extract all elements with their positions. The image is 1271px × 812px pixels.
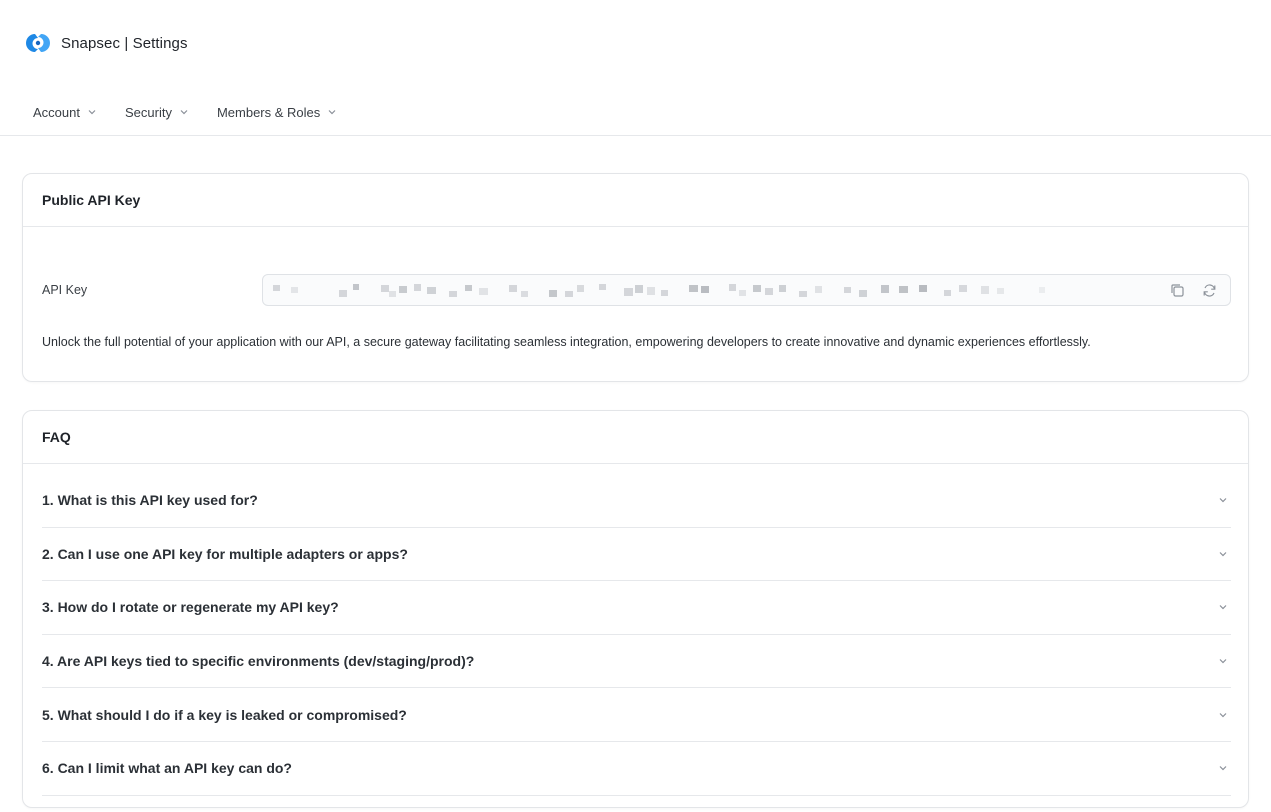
chevron-down-icon	[1219, 766, 1227, 771]
api-description: Unlock the full potential of your applic…	[42, 335, 1091, 349]
copy-icon[interactable]	[1169, 282, 1186, 299]
api-key-masked-value	[273, 284, 1045, 297]
faq-item[interactable]: 5. What should I do if a key is leaked o…	[42, 688, 1231, 742]
chevron-down-icon	[88, 110, 96, 115]
nav-members-roles[interactable]: Members & Roles	[217, 105, 337, 120]
faq-question: 1. What is this API key used for?	[42, 492, 258, 509]
refresh-icon[interactable]	[1201, 282, 1218, 299]
nav-account-label: Account	[33, 104, 80, 120]
nav-security-label: Security	[124, 104, 172, 120]
public-api-key-card: Public API Key API Key Unlock the full p…	[22, 173, 1249, 382]
nav-members-roles-label: Members & Roles	[216, 104, 321, 120]
faq-item[interactable]: 1. What is this API key used for?	[42, 474, 1231, 528]
faq-question: 6. Can I limit what an API key can do?	[42, 760, 292, 777]
api-key-field[interactable]	[262, 274, 1231, 306]
faq-title: FAQ	[23, 411, 1248, 464]
nav-account[interactable]: Account	[33, 105, 97, 120]
brand[interactable]: Snapsec | Settings	[22, 30, 188, 56]
faq-question: 2. Can I use one API key for multiple ad…	[42, 545, 408, 562]
faq-question: 4. Are API keys tied to specific environ…	[42, 653, 475, 670]
nav-security[interactable]: Security	[125, 105, 189, 120]
chevron-down-icon	[1219, 605, 1227, 610]
faq-list: 1. What is this API key used for? 2. Can…	[42, 474, 1231, 796]
snapsec-logo-icon	[26, 34, 50, 52]
chevron-down-icon	[1219, 498, 1227, 503]
card-title: Public API Key	[23, 174, 1248, 227]
faq-question: 3. How do I rotate or regenerate my API …	[42, 599, 339, 616]
faq-card: FAQ 1. What is this API key used for? 2.…	[22, 410, 1249, 808]
faq-item[interactable]: 2. Can I use one API key for multiple ad…	[42, 528, 1231, 582]
chevron-down-icon	[1219, 712, 1227, 718]
faq-item[interactable]: 6. Can I limit what an API key can do?	[42, 742, 1231, 796]
faq-item[interactable]: 3. How do I rotate or regenerate my API …	[42, 581, 1231, 635]
api-key-row: API Key	[42, 274, 1231, 306]
api-key-label: API Key	[42, 283, 88, 297]
chevron-down-icon	[328, 110, 336, 115]
faq-question: 5. What should I do if a key is leaked o…	[42, 706, 407, 723]
page-title: Snapsec | Settings	[61, 34, 188, 52]
chevron-down-icon	[1219, 659, 1227, 664]
faq-item[interactable]: 4. Are API keys tied to specific environ…	[42, 635, 1231, 689]
chevron-down-icon	[180, 110, 188, 115]
top-header: Snapsec | Settings Account Security Memb…	[0, 0, 1271, 136]
settings-nav: Account Security Members & Roles	[33, 102, 365, 122]
chevron-down-icon	[1219, 551, 1227, 557]
